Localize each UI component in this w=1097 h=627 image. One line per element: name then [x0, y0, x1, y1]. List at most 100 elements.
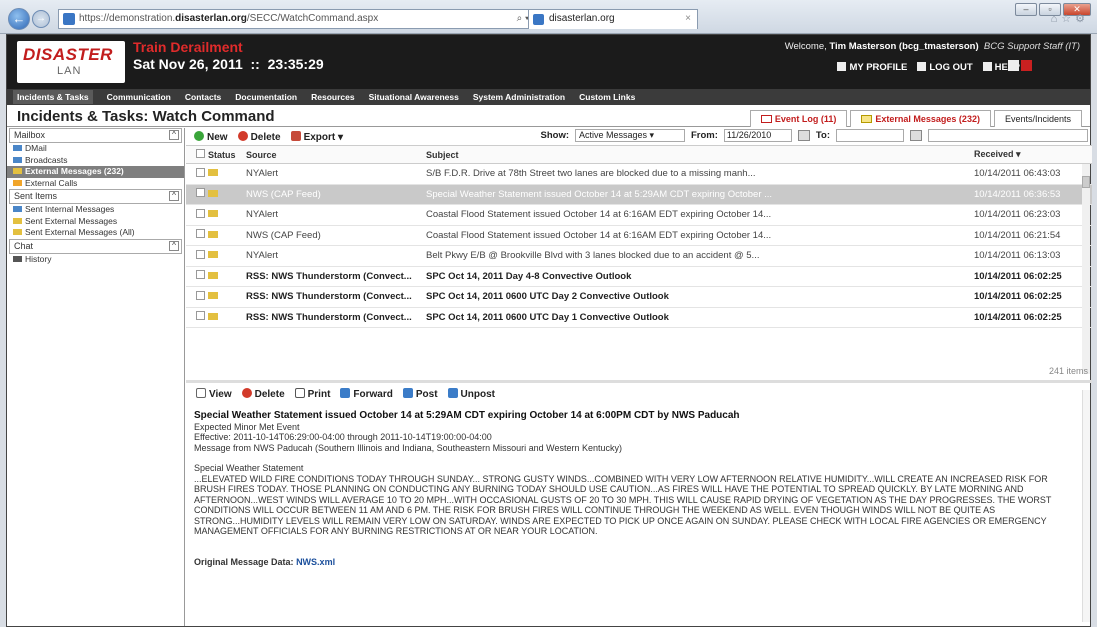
- status-icon: [208, 169, 218, 177]
- to-date-input[interactable]: [836, 129, 904, 142]
- show-select[interactable]: Active Messages ▾: [575, 129, 685, 142]
- section-sent-items[interactable]: Sent Items ^: [9, 189, 182, 204]
- export-button[interactable]: Export ▾: [290, 130, 343, 143]
- preview-scrollbar[interactable]: [1082, 390, 1090, 622]
- preview-title: Special Weather Statement issued October…: [194, 410, 740, 421]
- unpost-button[interactable]: Unpost: [447, 388, 495, 400]
- delete-button[interactable]: Delete: [237, 130, 281, 143]
- menu-system-administration[interactable]: System Administration: [473, 92, 565, 102]
- post-button[interactable]: Post: [402, 388, 438, 400]
- print-label: Print: [307, 389, 331, 400]
- row-checkbox[interactable]: [196, 188, 205, 198]
- sidebar-item-label: History: [25, 253, 52, 264]
- menu-documentation[interactable]: Documentation: [235, 92, 297, 102]
- sidebar-item-label: Sent Internal Messages: [25, 204, 115, 214]
- logo-sub: LAN: [57, 65, 82, 77]
- back-icon[interactable]: ←: [8, 8, 30, 30]
- row-checkbox[interactable]: [196, 229, 205, 239]
- minimize-icon[interactable]: –: [1015, 3, 1037, 16]
- checkbox[interactable]: [196, 149, 205, 158]
- splitter-handle[interactable]: [186, 380, 1092, 383]
- logout-icon: [917, 62, 927, 71]
- item-count: 241 items: [1048, 366, 1088, 376]
- tab-event-log[interactable]: Event Log (11): [749, 110, 848, 127]
- select-all-checkbox[interactable]: [186, 145, 208, 164]
- scroll-thumb[interactable]: [1082, 176, 1090, 188]
- sidebar-item-external-calls[interactable]: External Calls: [7, 178, 184, 190]
- menu-custom-links[interactable]: Custom Links: [579, 92, 635, 102]
- col-status[interactable]: Status: [208, 145, 246, 164]
- sidebar-item-broadcasts[interactable]: Broadcasts: [7, 155, 184, 167]
- menu-situational-awareness[interactable]: Situational Awareness: [369, 92, 459, 102]
- chat-icon[interactable]: [1008, 60, 1019, 71]
- browser-tool-icons[interactable]: ⌂☆⚙: [1051, 12, 1089, 25]
- col-source[interactable]: Source: [246, 145, 426, 164]
- forward-icon[interactable]: →: [32, 10, 50, 28]
- calendar-icon[interactable]: [797, 130, 810, 141]
- browser-tab[interactable]: disasterlan.org ×: [528, 9, 698, 29]
- address-bar[interactable]: https://demonstration.disasterlan.org/SE…: [58, 9, 568, 29]
- row-checkbox[interactable]: [196, 270, 205, 280]
- table-row[interactable]: NYAlert Belt Pkwy E/B @ Brookville Blvd w…: [186, 245, 1092, 267]
- tab-favicon: [533, 14, 544, 25]
- section-chat[interactable]: Chat ^: [9, 238, 182, 254]
- tab-external-messages[interactable]: External Messages (232): [850, 110, 991, 127]
- view-button[interactable]: View: [196, 388, 232, 400]
- logo: DISASTER LAN: [17, 41, 125, 83]
- search-input[interactable]: [928, 129, 1088, 142]
- menu-resources[interactable]: Resources: [311, 92, 354, 102]
- table-row[interactable]: RSS: NWS Thunderstorm (Convect... SPC Oct…: [186, 307, 1092, 328]
- table-row[interactable]: NWS (CAP Feed) Coastal Flood Statement is…: [186, 225, 1092, 246]
- cell-subject: Special Weather Statement issued October…: [426, 184, 974, 205]
- logout-link[interactable]: LOG OUT: [917, 62, 973, 73]
- from-date-input[interactable]: 11/26/2010: [723, 129, 792, 142]
- menu-incidents-tasks[interactable]: Incidents & Tasks: [13, 90, 93, 104]
- table-row[interactable]: NYAlert Coastal Flood Statement issued Oc…: [186, 204, 1092, 226]
- sidebar-item-dmail[interactable]: DMail: [7, 143, 184, 155]
- table-row[interactable]: RSS: NWS Thunderstorm (Convect... SPC Oct…: [186, 266, 1092, 287]
- calendar-icon[interactable]: [910, 130, 922, 141]
- print-button[interactable]: Print: [294, 388, 331, 400]
- forward-label: Forward: [353, 389, 393, 400]
- col-subject[interactable]: Subject: [426, 145, 974, 164]
- preview-toolbar: View Delete Print Forward Post Unpost: [186, 386, 495, 402]
- alert-icon[interactable]: [1021, 60, 1032, 71]
- row-checkbox[interactable]: [196, 249, 205, 259]
- incident-title: Train Derailment: [133, 39, 243, 55]
- collapse-icon[interactable]: ^: [169, 130, 179, 140]
- close-tab-icon[interactable]: ×: [685, 10, 691, 28]
- row-checkbox[interactable]: [196, 208, 205, 218]
- app-header: DISASTER LAN Train Derailment Sat Nov 26…: [7, 35, 1090, 89]
- header-icons: [1008, 60, 1032, 71]
- sidebar-item-sent-internal[interactable]: Sent Internal Messages: [7, 204, 184, 216]
- logo-main: DISASTER: [23, 45, 113, 64]
- table-row[interactable]: NWS (CAP Feed) Special Weather Statement …: [186, 184, 1092, 205]
- sidebar-item-sent-external[interactable]: Sent External Messages: [7, 216, 184, 228]
- cell-received: 10/14/2011 06:02:25: [974, 307, 1092, 328]
- row-checkbox[interactable]: [196, 311, 205, 321]
- sidebar-item-external-messages[interactable]: External Messages (232): [7, 166, 184, 178]
- table-row[interactable]: NYAlert S/B F.D.R. Drive at 78th Street t…: [186, 163, 1092, 185]
- col-received[interactable]: Received ▾: [974, 145, 1092, 164]
- url-prefix: https://demonstration.: [79, 13, 176, 24]
- mail-icon: [13, 145, 22, 151]
- collapse-icon[interactable]: ^: [169, 191, 179, 201]
- sidebar-item-sent-external-all[interactable]: Sent External Messages (All): [7, 227, 184, 239]
- collapse-icon[interactable]: ^: [169, 240, 179, 251]
- cell-source: RSS: NWS Thunderstorm (Convect...: [246, 307, 426, 328]
- menu-communication[interactable]: Communication: [107, 92, 171, 102]
- preview-delete-button[interactable]: Delete: [241, 388, 285, 400]
- menu-contacts[interactable]: Contacts: [185, 92, 221, 102]
- my-profile-link[interactable]: MY PROFILE: [837, 62, 907, 73]
- forward-button[interactable]: Forward: [340, 388, 393, 400]
- row-checkbox[interactable]: [196, 167, 205, 177]
- tab-events-incidents[interactable]: Events/Incidents: [993, 110, 1082, 127]
- orig-link[interactable]: NWS.xml: [296, 557, 335, 567]
- section-mailbox[interactable]: Mailbox ^: [9, 128, 182, 143]
- envelope-icon: [13, 168, 22, 174]
- row-checkbox[interactable]: [196, 290, 205, 300]
- table-row[interactable]: RSS: NWS Thunderstorm (Convect... SPC Oct…: [186, 286, 1092, 308]
- grid-scrollbar[interactable]: [1082, 164, 1090, 374]
- new-button[interactable]: New: [194, 130, 228, 143]
- sidebar-item-history[interactable]: History: [7, 254, 184, 266]
